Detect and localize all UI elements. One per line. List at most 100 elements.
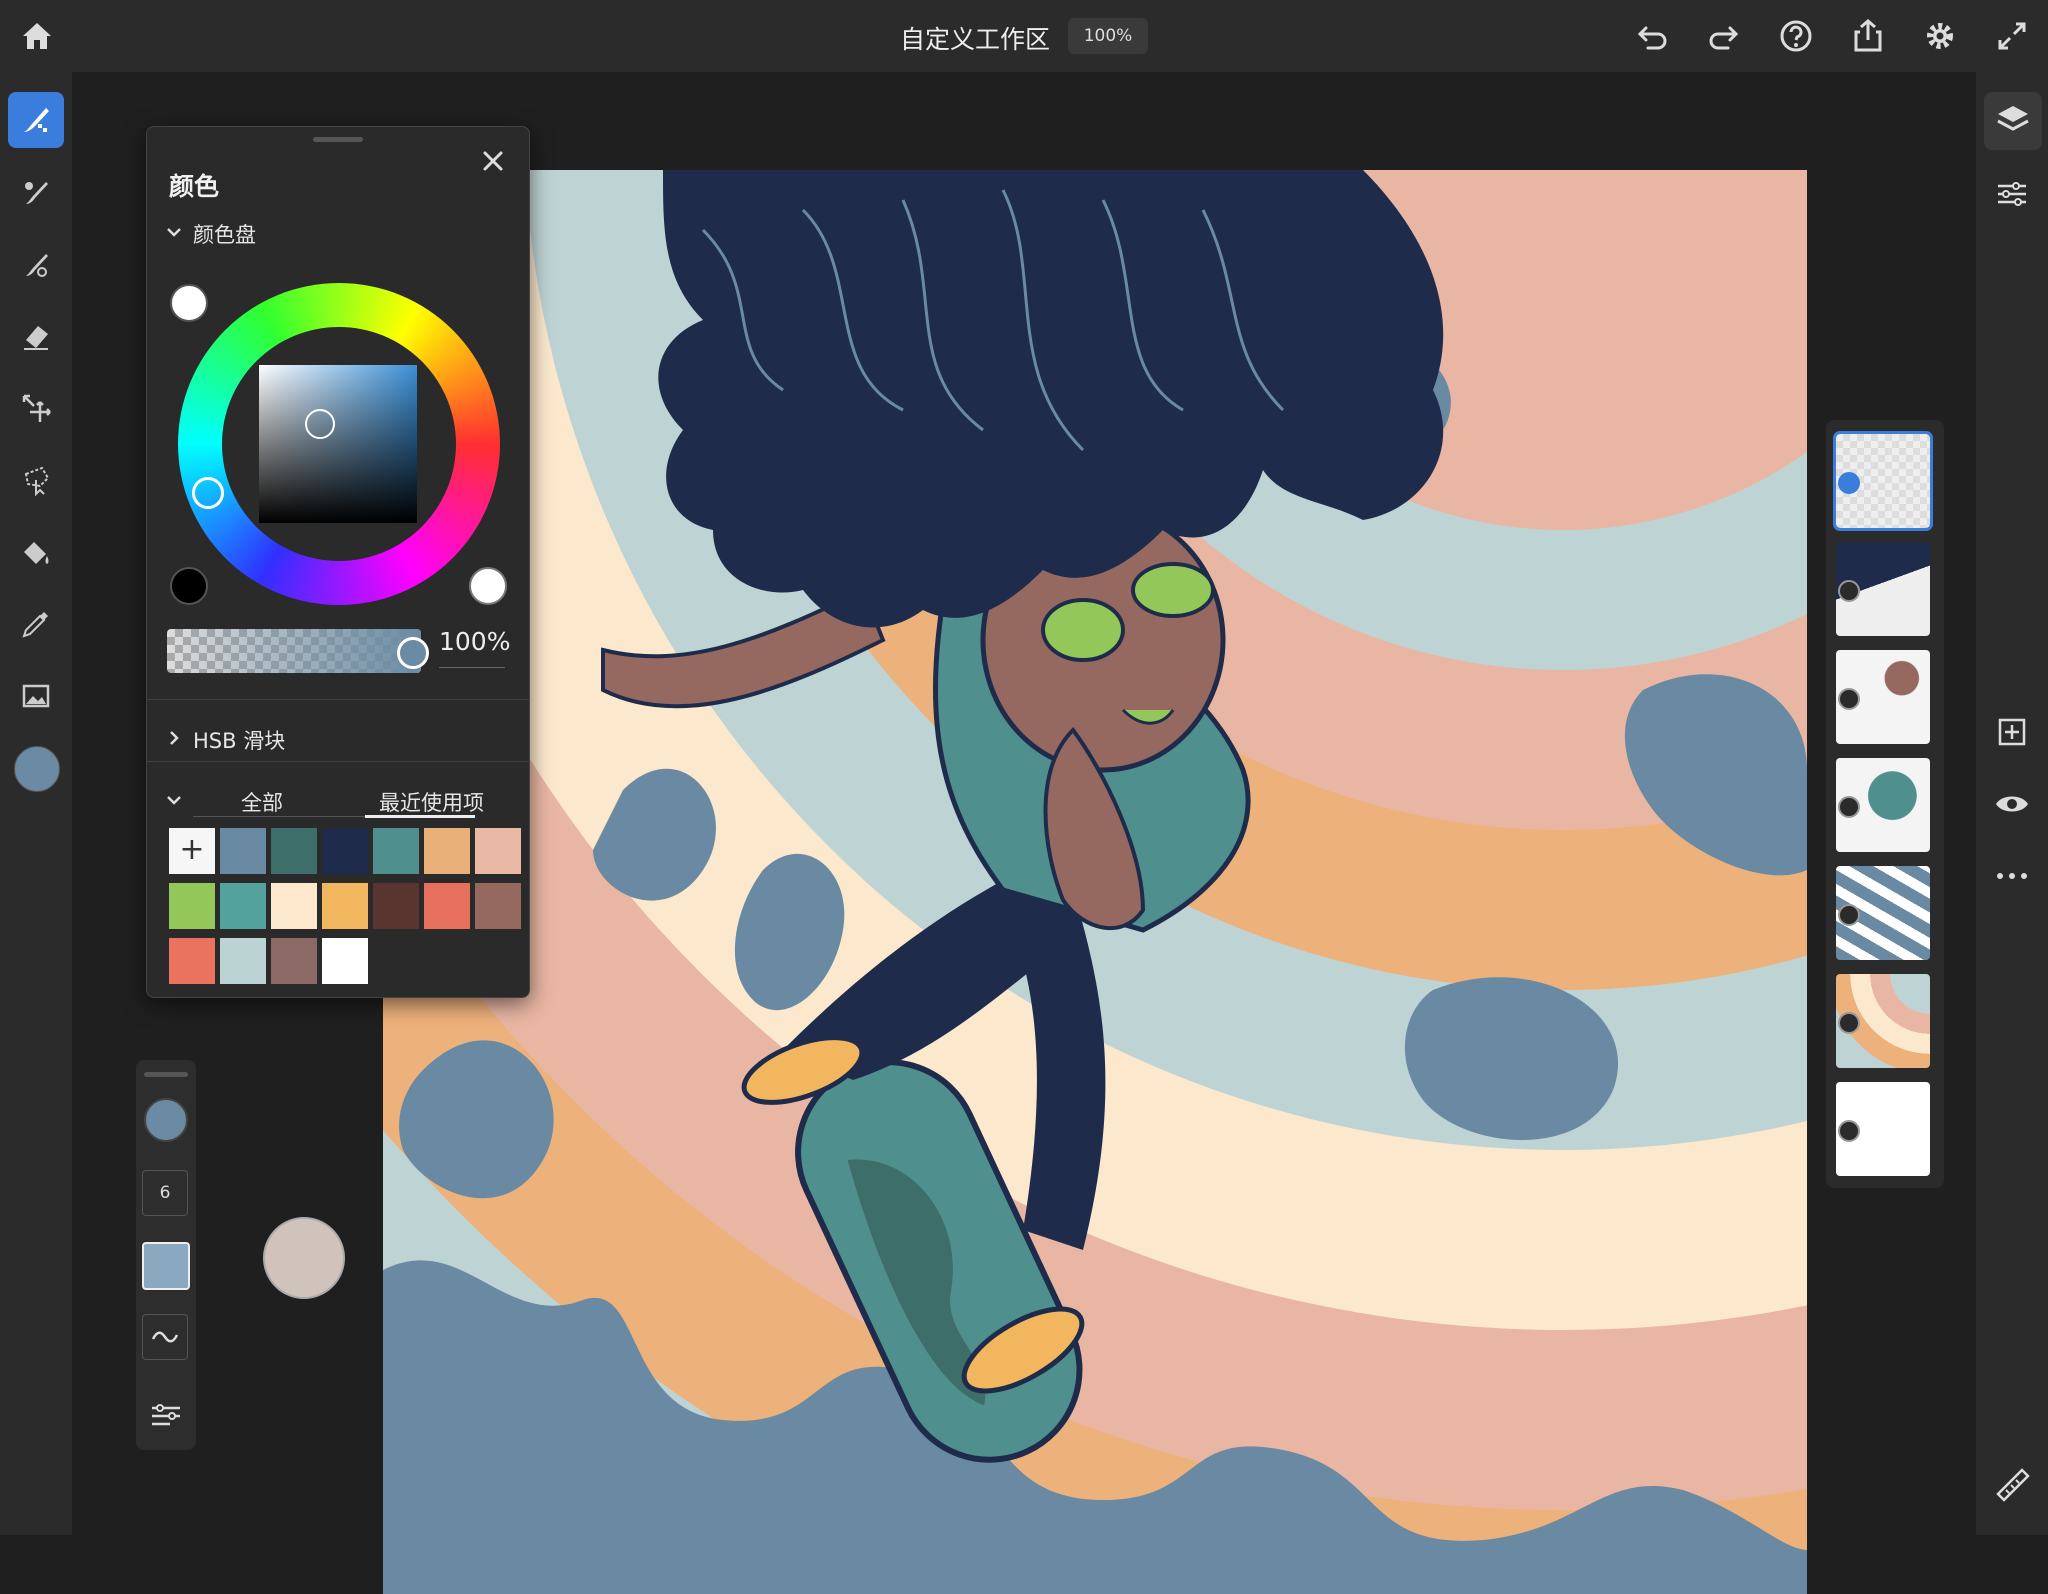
- sb-picker-handle[interactable]: [305, 409, 335, 439]
- brush-color-dot[interactable]: [144, 1098, 188, 1142]
- tab-active-indicator: [365, 815, 475, 818]
- layer-select-radio[interactable]: [1838, 472, 1860, 494]
- right-bar: [1976, 72, 2048, 1535]
- color-swatch[interactable]: [220, 883, 266, 929]
- chevron-down-icon[interactable]: [165, 791, 183, 809]
- pixel-brush-icon: [24, 108, 49, 132]
- live-brush-tool[interactable]: [8, 164, 64, 220]
- layer-select-radio[interactable]: [1838, 1120, 1860, 1142]
- share-icon[interactable]: [1848, 16, 1888, 56]
- image-icon: [22, 684, 50, 708]
- adjustments-icon[interactable]: [1992, 174, 2032, 214]
- brush-smoothing-button[interactable]: [142, 1314, 188, 1360]
- color-swatch[interactable]: [169, 883, 215, 929]
- panel-drag-handle[interactable]: [313, 137, 363, 142]
- layer-thumbnail[interactable]: [1836, 974, 1930, 1068]
- layers-button[interactable]: [1984, 92, 2042, 150]
- wave-icon: [151, 1331, 179, 1343]
- top-bar: 自定义工作区 100%: [0, 0, 2048, 73]
- saturation-brightness-square[interactable]: [259, 365, 417, 523]
- add-layer-icon[interactable]: [1992, 712, 2032, 752]
- brush-size-field[interactable]: 6: [142, 1170, 188, 1216]
- black-preset[interactable]: [170, 567, 208, 605]
- close-icon[interactable]: [475, 143, 511, 179]
- layer-thumbnail[interactable]: [1833, 431, 1933, 531]
- hsb-section-label[interactable]: HSB 滑块: [193, 725, 285, 755]
- layer-select-radio[interactable]: [1838, 1012, 1860, 1034]
- eraser-icon: [24, 326, 48, 350]
- document-title[interactable]: 自定义工作区: [900, 20, 1050, 56]
- artwork-illustration: [383, 170, 1807, 1594]
- color-swatch[interactable]: [322, 938, 368, 984]
- color-swatch[interactable]: [271, 938, 317, 984]
- layer-thumbnail[interactable]: [1836, 758, 1930, 852]
- add-swatch-button[interactable]: +: [169, 828, 215, 874]
- color-swatch[interactable]: [373, 883, 419, 929]
- lasso-icon: [24, 466, 50, 496]
- layer-thumbnail[interactable]: [1836, 650, 1930, 744]
- color-swatch[interactable]: [220, 828, 266, 874]
- color-swatch[interactable]: [169, 938, 215, 984]
- color-swatch[interactable]: [373, 828, 419, 874]
- move-icon: [22, 394, 51, 422]
- home-icon[interactable]: [17, 16, 57, 56]
- vector-brush-tool[interactable]: [8, 236, 64, 292]
- tab-all[interactable]: 全部: [241, 787, 283, 817]
- ruler-icon[interactable]: [1992, 1464, 2032, 1504]
- brush-settings-icon[interactable]: [146, 1396, 186, 1436]
- layer-select-radio[interactable]: [1838, 688, 1860, 710]
- opacity-slider-handle[interactable]: [397, 637, 429, 669]
- layer-thumbnail[interactable]: [1836, 866, 1930, 960]
- layer-select-radio[interactable]: [1838, 580, 1860, 602]
- layers-panel: [1826, 420, 1944, 1188]
- help-icon[interactable]: [1776, 16, 1816, 56]
- color-swatch[interactable]: [271, 883, 317, 929]
- color-swatch[interactable]: [322, 883, 368, 929]
- color-swatch[interactable]: [424, 883, 470, 929]
- swatch-grid: +: [169, 828, 521, 988]
- settings-icon[interactable]: [1920, 16, 1960, 56]
- undo-icon[interactable]: [1632, 16, 1672, 56]
- current-color-swatch: [14, 746, 60, 792]
- chevron-down-icon[interactable]: [165, 223, 183, 241]
- color-panel[interactable]: 颜色 颜色盘 100% HSB 滑块 全部 最近使用项 +: [146, 126, 530, 998]
- paint-bucket-icon: [24, 542, 49, 564]
- visibility-eye-icon[interactable]: [1992, 784, 2032, 824]
- tab-recent[interactable]: 最近使用项: [379, 787, 484, 817]
- zoom-level[interactable]: 100%: [1068, 18, 1148, 54]
- pixel-brush-tool[interactable]: [8, 92, 64, 148]
- redo-icon[interactable]: [1704, 16, 1744, 56]
- opacity-value[interactable]: 100%: [439, 627, 510, 656]
- color-wheel-section-label[interactable]: 颜色盘: [193, 219, 256, 249]
- selection-tool[interactable]: [8, 452, 64, 508]
- chevron-right-icon[interactable]: [165, 729, 183, 747]
- color-swatch[interactable]: [424, 828, 470, 874]
- white-preset[interactable]: [170, 284, 208, 322]
- layer-select-radio[interactable]: [1838, 904, 1860, 926]
- layer-select-radio[interactable]: [1838, 796, 1860, 818]
- color-swatch[interactable]: [220, 938, 266, 984]
- hue-picker-handle[interactable]: [192, 477, 224, 509]
- eraser-tool[interactable]: [8, 308, 64, 364]
- artwork-canvas[interactable]: [383, 170, 1807, 1594]
- swap-color-button[interactable]: [469, 567, 507, 605]
- layer-thumbnail[interactable]: [1836, 542, 1930, 636]
- brush-panel-grip[interactable]: [144, 1072, 188, 1077]
- transform-tool[interactable]: [8, 380, 64, 436]
- eyedropper-tool[interactable]: [8, 596, 64, 652]
- brush-preview[interactable]: [142, 1242, 190, 1290]
- layers-icon: [1997, 106, 2029, 131]
- brush-cursor: [263, 1217, 345, 1299]
- eyedropper-icon: [22, 612, 48, 638]
- color-swatch[interactable]: [322, 828, 368, 874]
- fill-tool[interactable]: [8, 524, 64, 580]
- opacity-slider[interactable]: [167, 629, 421, 673]
- background-layer-thumbnail[interactable]: [1836, 1082, 1930, 1176]
- current-color-button[interactable]: [8, 740, 64, 796]
- more-options-icon[interactable]: [1992, 856, 2032, 896]
- color-swatch[interactable]: [475, 828, 521, 874]
- fullscreen-icon[interactable]: [1992, 16, 2032, 56]
- color-swatch[interactable]: [475, 883, 521, 929]
- color-swatch[interactable]: [271, 828, 317, 874]
- image-tool[interactable]: [8, 668, 64, 724]
